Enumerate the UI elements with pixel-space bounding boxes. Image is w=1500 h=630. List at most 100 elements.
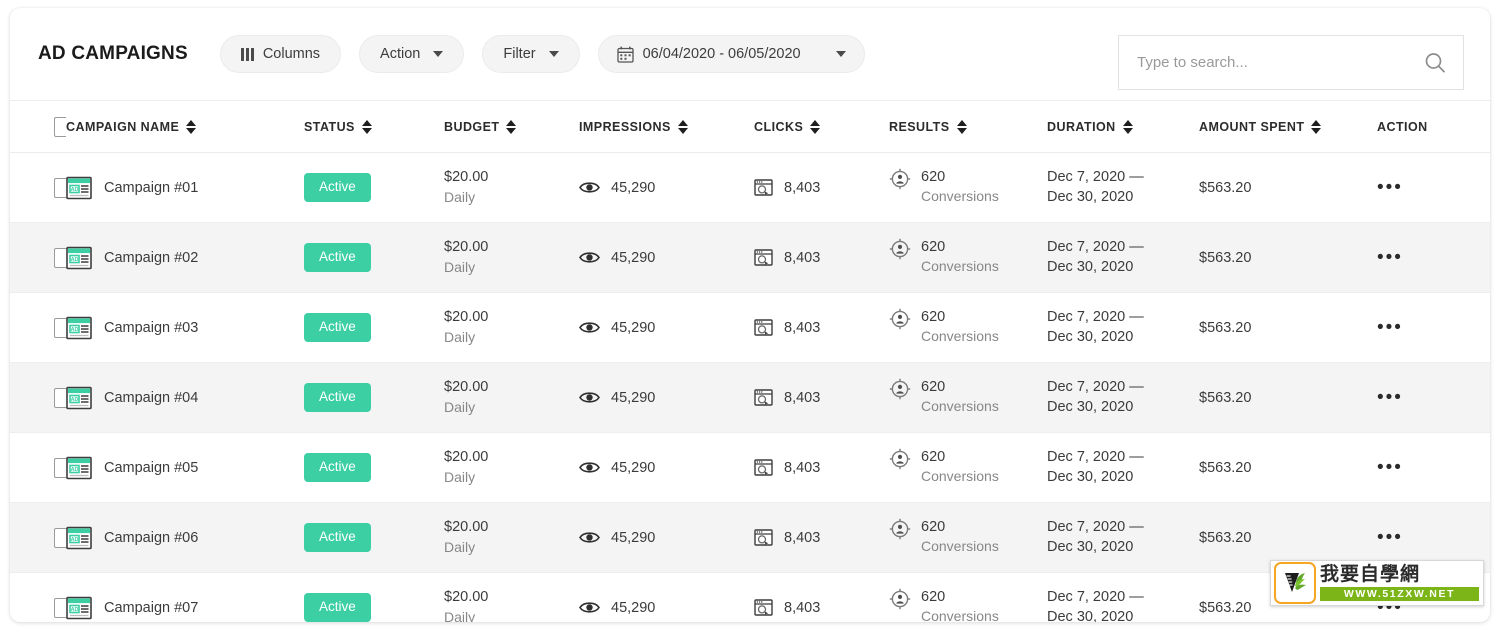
row-select-cell [10, 222, 74, 293]
status-badge[interactable]: Active [304, 593, 371, 622]
status-badge[interactable]: Active [304, 313, 371, 342]
sort-arrows-icon[interactable] [186, 120, 197, 134]
sort-clicks[interactable]: CLICKS [754, 120, 821, 134]
status-badge[interactable]: Active [304, 383, 371, 412]
sort-results[interactable]: RESULTS [889, 120, 967, 134]
eye-icon [579, 460, 600, 475]
impressions-value: 45,290 [611, 249, 656, 266]
watermark-text: 我要自學網 WWW.51ZXW.NET [1320, 564, 1483, 601]
campaigns-table: CAMPAIGN NAME STATUS BUDGET IMPRESSIONS … [10, 100, 1490, 622]
person-target-icon [889, 168, 911, 190]
cell-campaign-name: AD Campaign #03 [66, 292, 304, 363]
sort-duration[interactable]: DURATION [1047, 120, 1133, 134]
more-horizontal-icon[interactable]: ••• [1377, 247, 1403, 268]
ad-browser-icon: AD [66, 456, 92, 480]
duration-start: Dec 7, 2020 — [1047, 238, 1144, 255]
cell-action: ••• [1377, 292, 1490, 363]
filter-dropdown[interactable]: Filter [482, 35, 580, 73]
cell-campaign-name: AD Campaign #02 [66, 222, 304, 293]
more-horizontal-icon[interactable]: ••• [1377, 457, 1403, 478]
cell-impressions: 45,290 [579, 572, 754, 622]
header-label: ACTION [1377, 120, 1428, 134]
header-impressions: IMPRESSIONS [579, 100, 754, 153]
campaign-name-label: Campaign #03 [104, 319, 199, 336]
duration-start: Dec 7, 2020 — [1047, 378, 1144, 395]
campaign-name-label: Campaign #02 [104, 249, 199, 266]
sort-arrows-icon[interactable] [810, 120, 821, 134]
cell-clicks: 8,403 [754, 362, 889, 433]
duration-start: Dec 7, 2020 — [1047, 518, 1144, 535]
amount-spent-value: $563.20 [1199, 179, 1252, 196]
table-row[interactable]: AD Campaign #04 Active $20.00 Daily 45,290 8,4… [10, 362, 1490, 433]
table-row[interactable]: AD Campaign #06 Active $20.00 Daily 45,290 8,4… [10, 502, 1490, 573]
sort-arrows-icon[interactable] [956, 120, 967, 134]
cell-impressions: 45,290 [579, 502, 754, 573]
sort-amount-spent[interactable]: AMOUNT SPENT [1199, 120, 1322, 134]
table-row[interactable]: AD Campaign #05 Active $20.00 Daily 45,290 8,4… [10, 432, 1490, 503]
more-horizontal-icon[interactable]: ••• [1377, 527, 1403, 548]
search-icon[interactable] [1423, 51, 1447, 75]
results-label: Conversions [921, 258, 999, 274]
cell-status: Active [304, 152, 444, 223]
svg-text:AD: AD [71, 326, 79, 332]
table-row[interactable]: AD Campaign #03 Active $20.00 Daily 45,290 8,4… [10, 292, 1490, 363]
sort-arrows-icon[interactable] [361, 120, 372, 134]
more-horizontal-icon[interactable]: ••• [1377, 387, 1403, 408]
action-dropdown[interactable]: Action [359, 35, 465, 73]
header-label: STATUS [304, 120, 355, 134]
cell-results: 620 Conversions [889, 292, 1047, 363]
results-value: 620 [921, 239, 946, 256]
sort-arrows-icon[interactable] [1122, 120, 1133, 134]
chevron-down-icon [548, 51, 559, 57]
cell-amount-spent: $563.20 [1199, 222, 1377, 293]
columns-button-label: Columns [262, 46, 321, 62]
row-select-cell [10, 152, 74, 223]
cell-amount-spent: $563.20 [1199, 152, 1377, 223]
table-row[interactable]: AD Campaign #02 Active $20.00 Daily 45,290 8,4… [10, 222, 1490, 293]
cell-status: Active [304, 222, 444, 293]
search-input[interactable] [1135, 53, 1423, 72]
sort-campaign-name[interactable]: CAMPAIGN NAME [66, 120, 197, 134]
cell-budget: $20.00 Daily [444, 292, 579, 363]
results-value: 620 [921, 449, 946, 466]
budget-period: Daily [444, 608, 476, 622]
results-value: 620 [921, 519, 946, 536]
cell-action: ••• [1377, 362, 1490, 433]
status-badge[interactable]: Active [304, 453, 371, 482]
cell-impressions: 45,290 [579, 152, 754, 223]
header-label: RESULTS [889, 120, 950, 134]
table-row[interactable]: AD Campaign #07 Active $20.00 Daily 45,290 8,4… [10, 572, 1490, 622]
cell-results: 620 Conversions [889, 362, 1047, 433]
sort-arrows-icon[interactable] [506, 120, 517, 134]
columns-button[interactable]: Columns [219, 35, 342, 73]
status-badge[interactable]: Active [304, 523, 371, 552]
sort-arrows-icon[interactable] [677, 120, 688, 134]
cell-impressions: 45,290 [579, 432, 754, 503]
duration-start: Dec 7, 2020 — [1047, 588, 1144, 605]
amount-spent-value: $563.20 [1199, 249, 1252, 266]
budget-amount: $20.00 [444, 239, 489, 256]
browser-cursor-icon [754, 459, 773, 476]
row-select-cell [10, 432, 74, 503]
cell-duration: Dec 7, 2020 — Dec 30, 2020 [1047, 502, 1199, 573]
sort-status[interactable]: STATUS [304, 120, 372, 134]
sort-budget[interactable]: BUDGET [444, 120, 517, 134]
duration-end: Dec 30, 2020 [1047, 538, 1134, 555]
clicks-value: 8,403 [784, 249, 821, 266]
cell-campaign-name: AD Campaign #07 [66, 572, 304, 622]
duration-start: Dec 7, 2020 — [1047, 308, 1144, 325]
cell-duration: Dec 7, 2020 — Dec 30, 2020 [1047, 432, 1199, 503]
sort-arrows-icon[interactable] [1311, 120, 1322, 134]
cell-clicks: 8,403 [754, 572, 889, 622]
date-range-picker[interactable]: 06/04/2020 - 06/05/2020 [597, 35, 865, 73]
more-horizontal-icon[interactable]: ••• [1377, 177, 1403, 198]
more-horizontal-icon[interactable]: ••• [1377, 317, 1403, 338]
amount-spent-value: $563.20 [1199, 599, 1252, 616]
search-box[interactable] [1118, 35, 1464, 90]
status-badge[interactable]: Active [304, 173, 371, 202]
sort-impressions[interactable]: IMPRESSIONS [579, 120, 688, 134]
clicks-value: 8,403 [784, 179, 821, 196]
table-row[interactable]: AD Campaign #01 Active $20.00 Daily 45,290 8,4… [10, 152, 1490, 223]
cell-duration: Dec 7, 2020 — Dec 30, 2020 [1047, 222, 1199, 293]
status-badge[interactable]: Active [304, 243, 371, 272]
